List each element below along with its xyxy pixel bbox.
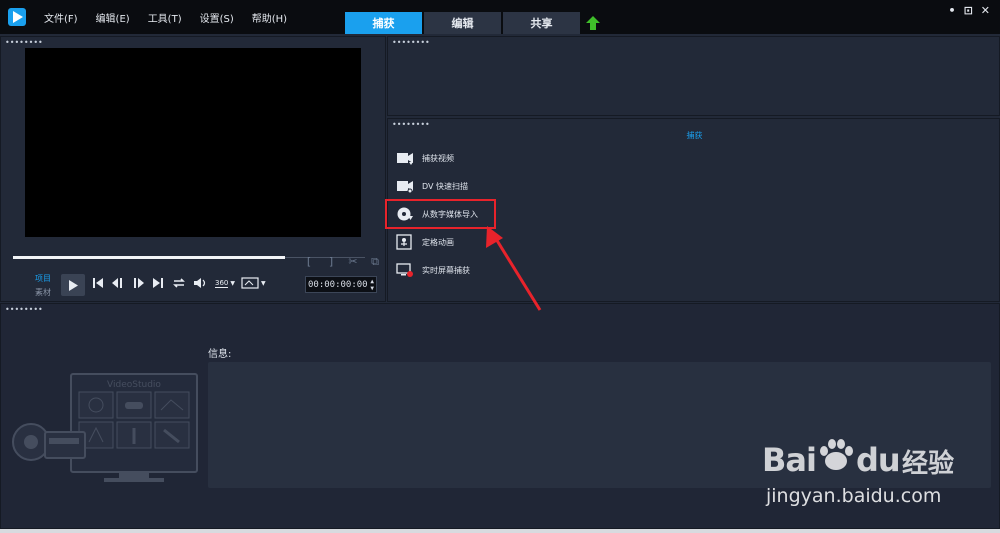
menu-file[interactable]: 文件(F): [44, 10, 78, 25]
mode-project-label[interactable]: 项目: [35, 272, 51, 286]
options-panel: ••••••••: [387, 36, 1000, 116]
timecode-stepper-icon[interactable]: ▲ ▼: [370, 278, 374, 292]
volume-icon[interactable]: [193, 277, 209, 289]
paw-icon: [816, 439, 856, 470]
play-button[interactable]: [61, 274, 85, 296]
menu-settings[interactable]: 设置(S): [200, 10, 234, 25]
panel-grip-icon[interactable]: ••••••••: [5, 39, 43, 47]
player-panel: •••••••• [ ] ✂ ⧉ 项目 素材 360 ▼ ▼ 00:00:00:…: [0, 36, 386, 302]
stop-motion-icon: [396, 234, 412, 250]
close-button[interactable]: ✕: [981, 4, 990, 17]
tab-edit[interactable]: 编辑: [424, 12, 501, 34]
capture-video-label: 捕获视频: [422, 153, 454, 163]
baidu-watermark: Bai du 经验 jingyan.baidu.com: [762, 425, 992, 515]
menu-tools[interactable]: 工具(T): [148, 10, 182, 25]
timecode-value: 00:00:00:00: [308, 279, 368, 290]
skip-to-start-icon[interactable]: [91, 277, 105, 289]
mode-clip-label[interactable]: 素材: [35, 286, 51, 300]
trim-controls: [ ] ✂ ⧉: [303, 255, 381, 269]
dv-quick-scan-option[interactable]: DV 快速扫描: [396, 175, 468, 197]
chevron-down-icon[interactable]: ▼: [230, 280, 235, 287]
watermark-brand-part2: du: [855, 441, 901, 479]
split-clip-icon[interactable]: ✂: [347, 255, 359, 269]
menu-edit[interactable]: 编辑(E): [96, 10, 130, 25]
status-strip: [0, 529, 1000, 533]
app-logo-icon: [8, 8, 26, 26]
skip-to-end-icon[interactable]: [151, 277, 165, 289]
app-window: 文件(F) 编辑(E) 工具(T) 设置(S) 帮助(H) 捕获 编辑 共享 •…: [0, 0, 1000, 533]
stop-motion-label: 定格动画: [422, 237, 454, 247]
video-capture-icon: [397, 153, 413, 165]
capture-video-option[interactable]: 捕获视频: [396, 147, 454, 169]
transport-controls: 360 ▼ ▼: [91, 277, 266, 289]
minimize-button[interactable]: •: [949, 4, 956, 17]
capture-panel-title: 捕获: [686, 131, 703, 140]
menu-help[interactable]: 帮助(H): [252, 10, 287, 25]
scrubber-bar[interactable]: [13, 256, 285, 259]
enlarge-preview-icon[interactable]: ⧉: [369, 255, 381, 269]
previous-frame-icon[interactable]: [111, 277, 125, 289]
info-label: 信息:: [208, 349, 232, 360]
tab-share[interactable]: 共享: [503, 12, 580, 34]
tab-capture[interactable]: 捕获: [345, 12, 422, 34]
window-controls: • ⊡ ✕: [949, 4, 990, 17]
title-bar: 文件(F) 编辑(E) 工具(T) 设置(S) 帮助(H) 捕获 编辑 共享 •…: [0, 0, 1000, 34]
playback-mode-switch[interactable]: 项目 素材: [35, 272, 51, 300]
mark-in-icon[interactable]: [: [303, 255, 315, 269]
videostudio-illustration: VideoStudio: [12, 373, 198, 482]
mark-out-icon[interactable]: ]: [325, 255, 337, 269]
preview-window: [25, 48, 361, 237]
restore-button[interactable]: ⊡: [964, 4, 973, 17]
illustration-title: VideoStudio: [107, 380, 161, 390]
rotate-360-icon[interactable]: 360: [215, 279, 229, 288]
upload-arrow-icon[interactable]: [586, 16, 600, 30]
screen-capture-icon: [396, 263, 413, 277]
panel-grip-icon[interactable]: ••••••••: [392, 121, 430, 129]
screen-capture-label: 实时屏幕捕获: [422, 265, 470, 275]
watermark-cn: 经验: [902, 449, 955, 479]
menu-bar: 文件(F) 编辑(E) 工具(T) 设置(S) 帮助(H): [44, 0, 305, 34]
dv-scan-icon: [397, 181, 413, 194]
panel-grip-icon[interactable]: ••••••••: [5, 306, 43, 314]
panel-grip-icon[interactable]: ••••••••: [392, 39, 430, 47]
repeat-icon[interactable]: [171, 277, 187, 289]
dv-quick-scan-label: DV 快速扫描: [422, 181, 469, 191]
next-frame-icon[interactable]: [131, 277, 145, 289]
aspect-ratio-icon[interactable]: [241, 277, 259, 289]
mode-tabs: 捕获 编辑 共享: [345, 12, 580, 34]
watermark-brand: Bai du: [762, 439, 901, 479]
chevron-down-icon[interactable]: ▼: [261, 280, 266, 287]
play-icon: [69, 279, 78, 291]
timecode-field[interactable]: 00:00:00:00 ▲ ▼: [305, 276, 377, 293]
screen-capture-option[interactable]: 实时屏幕捕获: [396, 259, 470, 281]
watermark-url: jingyan.baidu.com: [766, 485, 942, 507]
stop-motion-option[interactable]: 定格动画: [396, 231, 454, 253]
annotation-highlight-box: [385, 199, 496, 229]
watermark-brand-part1: Bai: [762, 441, 817, 479]
